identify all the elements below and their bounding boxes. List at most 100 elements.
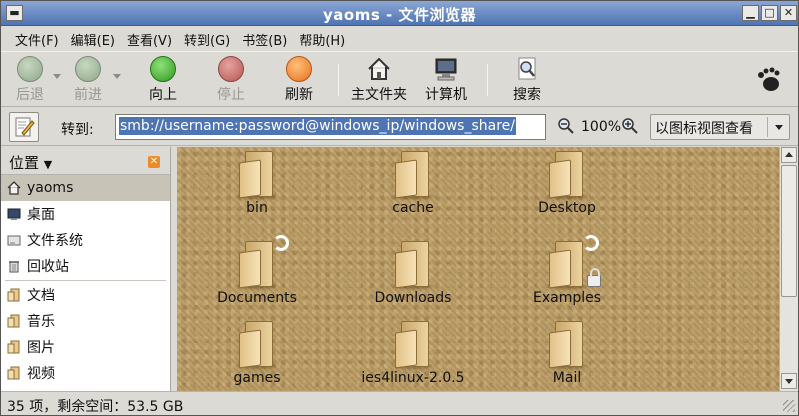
- side-pane: 位置 ▼ ✕ yaoms 桌面 文件系统 回收站 文档 音乐 图片 视频: [1, 147, 171, 391]
- scrollbar-thumb[interactable]: [781, 165, 797, 297]
- sidebar-item-pictures[interactable]: 图片: [1, 334, 170, 360]
- file-item[interactable]: bin: [187, 151, 327, 216]
- icon-view[interactable]: bin cache Desktop Documents Downloads Ex…: [177, 147, 779, 391]
- title-bar[interactable]: ▬ yaoms - 文件浏览器 ▁ □ ✕: [1, 1, 798, 26]
- folder-icon: [237, 235, 289, 289]
- side-pane-header: 位置 ▼ ✕: [1, 147, 170, 175]
- home-icon: [7, 181, 21, 195]
- symlink-emblem-icon: [273, 235, 289, 251]
- home-icon: [366, 56, 392, 82]
- menu-file[interactable]: 文件(F): [9, 26, 65, 50]
- zoom-in-icon: [622, 118, 638, 134]
- close-side-pane-button[interactable]: ✕: [148, 156, 160, 168]
- close-button[interactable]: ✕: [780, 5, 797, 21]
- toolbar-separator: [338, 64, 339, 96]
- computer-button[interactable]: 计算机: [417, 56, 475, 104]
- folder-icon: [7, 314, 20, 328]
- computer-icon: [433, 56, 459, 82]
- menu-help[interactable]: 帮助(H): [293, 26, 351, 50]
- sidebar-item-trash[interactable]: 回收站: [1, 253, 170, 279]
- up-arrow-icon: [150, 56, 176, 82]
- folder-icon: [393, 151, 433, 199]
- file-item[interactable]: games: [187, 321, 327, 386]
- file-item[interactable]: Downloads: [343, 241, 483, 306]
- file-item[interactable]: Documents: [187, 235, 327, 306]
- sidebar-item-videos[interactable]: 视频: [1, 360, 170, 386]
- side-pane-type-select[interactable]: 位置 ▼: [9, 152, 52, 173]
- folder-icon: [393, 241, 433, 289]
- menu-view[interactable]: 查看(V): [121, 26, 178, 50]
- toolbar-separator: [487, 64, 488, 96]
- folder-icon: [237, 151, 277, 199]
- sidebar-item-documents[interactable]: 文档: [1, 282, 170, 308]
- sidebar-divider: [5, 280, 166, 281]
- goto-label: 转到:: [61, 122, 94, 138]
- scroll-up-button[interactable]: [781, 147, 797, 163]
- vertical-scrollbar[interactable]: [779, 147, 798, 391]
- location-path: smb://username:password@windows_ip/windo…: [119, 117, 516, 135]
- desktop-icon: [7, 208, 21, 220]
- file-item[interactable]: cache: [343, 151, 483, 216]
- view-mode-select[interactable]: 以图标视图查看: [650, 114, 790, 140]
- toggle-location-entry-button[interactable]: [9, 112, 39, 142]
- file-item[interactable]: Examples: [497, 235, 637, 306]
- close-icon: ✕: [783, 6, 794, 19]
- folder-icon: [7, 366, 20, 380]
- drive-icon: [7, 235, 21, 246]
- sidebar-item-filesystem[interactable]: 文件系统: [1, 227, 170, 253]
- file-item[interactable]: Mail: [497, 321, 637, 386]
- up-button[interactable]: 向上: [134, 56, 192, 104]
- folder-icon: [237, 321, 277, 369]
- folder-icon: [547, 321, 587, 369]
- status-text: 35 项，剩余空间：53.5 GB: [7, 399, 184, 415]
- location-bar: 转到: smb://username:password@windows_ip/w…: [1, 108, 798, 146]
- maximize-button[interactable]: □: [761, 5, 778, 21]
- view-mode-label: 以图标视图查看: [655, 121, 753, 137]
- back-arrow-icon: [17, 56, 43, 82]
- menu-bookmarks[interactable]: 书签(B): [236, 26, 293, 50]
- gnome-foot-icon: [755, 66, 783, 94]
- sidebar-item-music[interactable]: 音乐: [1, 308, 170, 334]
- forward-arrow-icon: [75, 56, 101, 82]
- reload-button[interactable]: 刷新: [270, 56, 328, 104]
- window-title: yaoms - 文件浏览器: [323, 6, 476, 24]
- chevron-down-icon: [775, 125, 783, 130]
- file-item[interactable]: Desktop: [497, 151, 637, 216]
- zoom-in-button[interactable]: [621, 117, 639, 139]
- menu-bar: 文件(F) 编辑(E) 查看(V) 转到(G) 书签(B) 帮助(H): [1, 26, 798, 50]
- caret-down-icon: ▼: [43, 158, 53, 171]
- forward-button[interactable]: 前进: [59, 56, 117, 104]
- maximize-icon: □: [764, 6, 775, 19]
- folder-icon: [7, 288, 20, 302]
- search-icon: [514, 56, 540, 82]
- close-icon: ✕: [149, 156, 159, 167]
- folder-icon: [7, 340, 20, 354]
- search-button[interactable]: 搜索: [498, 56, 556, 104]
- home-button[interactable]: 主文件夹: [344, 56, 414, 104]
- file-item[interactable]: ies4linux-2.0.5: [343, 321, 483, 386]
- zoom-out-button[interactable]: [557, 117, 575, 139]
- scroll-down-button[interactable]: [781, 373, 797, 389]
- back-button[interactable]: 后退: [1, 56, 59, 104]
- sidebar-item-desktop[interactable]: 桌面: [1, 201, 170, 227]
- stop-button[interactable]: 停止: [202, 56, 260, 104]
- toolbar: 后退 前进 向上 停止 刷新 主文件夹 计算机 搜索: [1, 51, 798, 107]
- folder-icon: [393, 321, 433, 369]
- menu-edit[interactable]: 编辑(E): [65, 26, 121, 50]
- menu-go[interactable]: 转到(G): [178, 26, 236, 50]
- status-bar: 35 项，剩余空间：53.5 GB: [1, 391, 798, 415]
- zoom-out-icon: [558, 118, 574, 134]
- sidebar-item-home[interactable]: yaoms: [1, 175, 170, 201]
- zoom-level[interactable]: 100%: [581, 119, 621, 135]
- file-browser-window: ▬ yaoms - 文件浏览器 ▁ □ ✕ 文件(F) 编辑(E) 查看(V) …: [0, 0, 799, 416]
- location-input[interactable]: smb://username:password@windows_ip/windo…: [115, 114, 546, 140]
- forward-history-dropdown[interactable]: [113, 74, 121, 79]
- resize-grip[interactable]: [783, 400, 795, 412]
- minimize-button[interactable]: ▁: [742, 5, 759, 21]
- reload-icon: [286, 56, 312, 82]
- folder-icon: [547, 151, 587, 199]
- minimize-icon: ▁: [746, 6, 755, 19]
- symlink-emblem-icon: [583, 235, 599, 251]
- combo-divider: [767, 117, 768, 137]
- folder-icon: [547, 235, 601, 289]
